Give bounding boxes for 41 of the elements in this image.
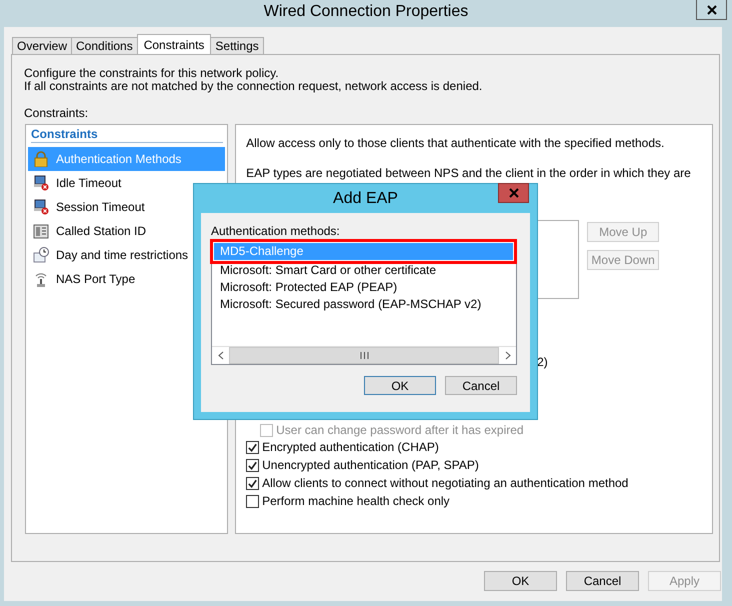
- monitors-icon: [33, 199, 49, 215]
- method-item[interactable]: Microsoft: Protected EAP (PEAP): [218, 279, 516, 296]
- antenna-icon: [33, 271, 49, 287]
- close-button[interactable]: [696, 0, 727, 20]
- option-checkbox[interactable]: Perform machine health check only: [246, 492, 712, 510]
- method-item[interactable]: Microsoft: Smart Card or other certificate: [218, 262, 516, 279]
- window-title: Wired Connection Properties: [264, 2, 468, 20]
- horizontal-scrollbar[interactable]: [212, 346, 516, 364]
- dialog-button[interactable]: OK: [484, 571, 557, 591]
- close-icon: [508, 188, 518, 198]
- option-checkbox[interactable]: Unencrypted authentication (PAP, SPAP): [246, 456, 712, 474]
- methods-label: Authentication methods:: [211, 224, 341, 238]
- description-text: Configure the constraints for this network policy.: [24, 67, 280, 80]
- checkmark-icon: [247, 478, 258, 488]
- constraints-label: Constraints:: [24, 107, 90, 120]
- checkmark-icon: [247, 442, 258, 452]
- eap-note-text: EAP types are negotiated between NPS and the client in the order in which they are: [246, 166, 692, 180]
- method-item[interactable]: Microsoft: Secured password (EAP-MSCHAP v2): [218, 296, 516, 313]
- dialog-button[interactable]: OK: [364, 376, 436, 395]
- dialog-button[interactable]: Cancel: [445, 376, 517, 395]
- list-heading: Constraints: [31, 127, 224, 143]
- intro-text: Allow access only to those clients that authenticate with the specified methods.: [246, 136, 666, 150]
- option-text: 2): [537, 355, 548, 369]
- monitor-icon: [33, 175, 49, 191]
- dialog-button[interactable]: Cancel: [566, 571, 639, 591]
- constraint-item[interactable]: Idle Timeout: [28, 171, 226, 195]
- tab[interactable]: Overview: [12, 37, 72, 54]
- checkmark-icon: [247, 460, 258, 470]
- option-checkbox[interactable]: Allow clients to connect without negotiating an authentication method: [246, 474, 712, 492]
- phone-icon: [33, 223, 49, 239]
- tab[interactable]: Conditions: [71, 37, 138, 54]
- calendar-clock-icon: [33, 247, 49, 263]
- option-checkbox[interactable]: Encrypted authentication (CHAP): [246, 438, 712, 456]
- close-icon: [706, 4, 716, 14]
- tab[interactable]: Settings: [210, 37, 264, 54]
- grip-icon: [360, 352, 368, 359]
- description-text: If all constraints are not matched by the connection request, network access is denied.: [24, 80, 484, 93]
- dialog-title: Add EAP: [333, 190, 398, 208]
- tab[interactable]: Constraints: [136, 34, 212, 54]
- constraint-item[interactable]: Session Timeout: [28, 195, 226, 219]
- padlock-icon: [33, 151, 49, 167]
